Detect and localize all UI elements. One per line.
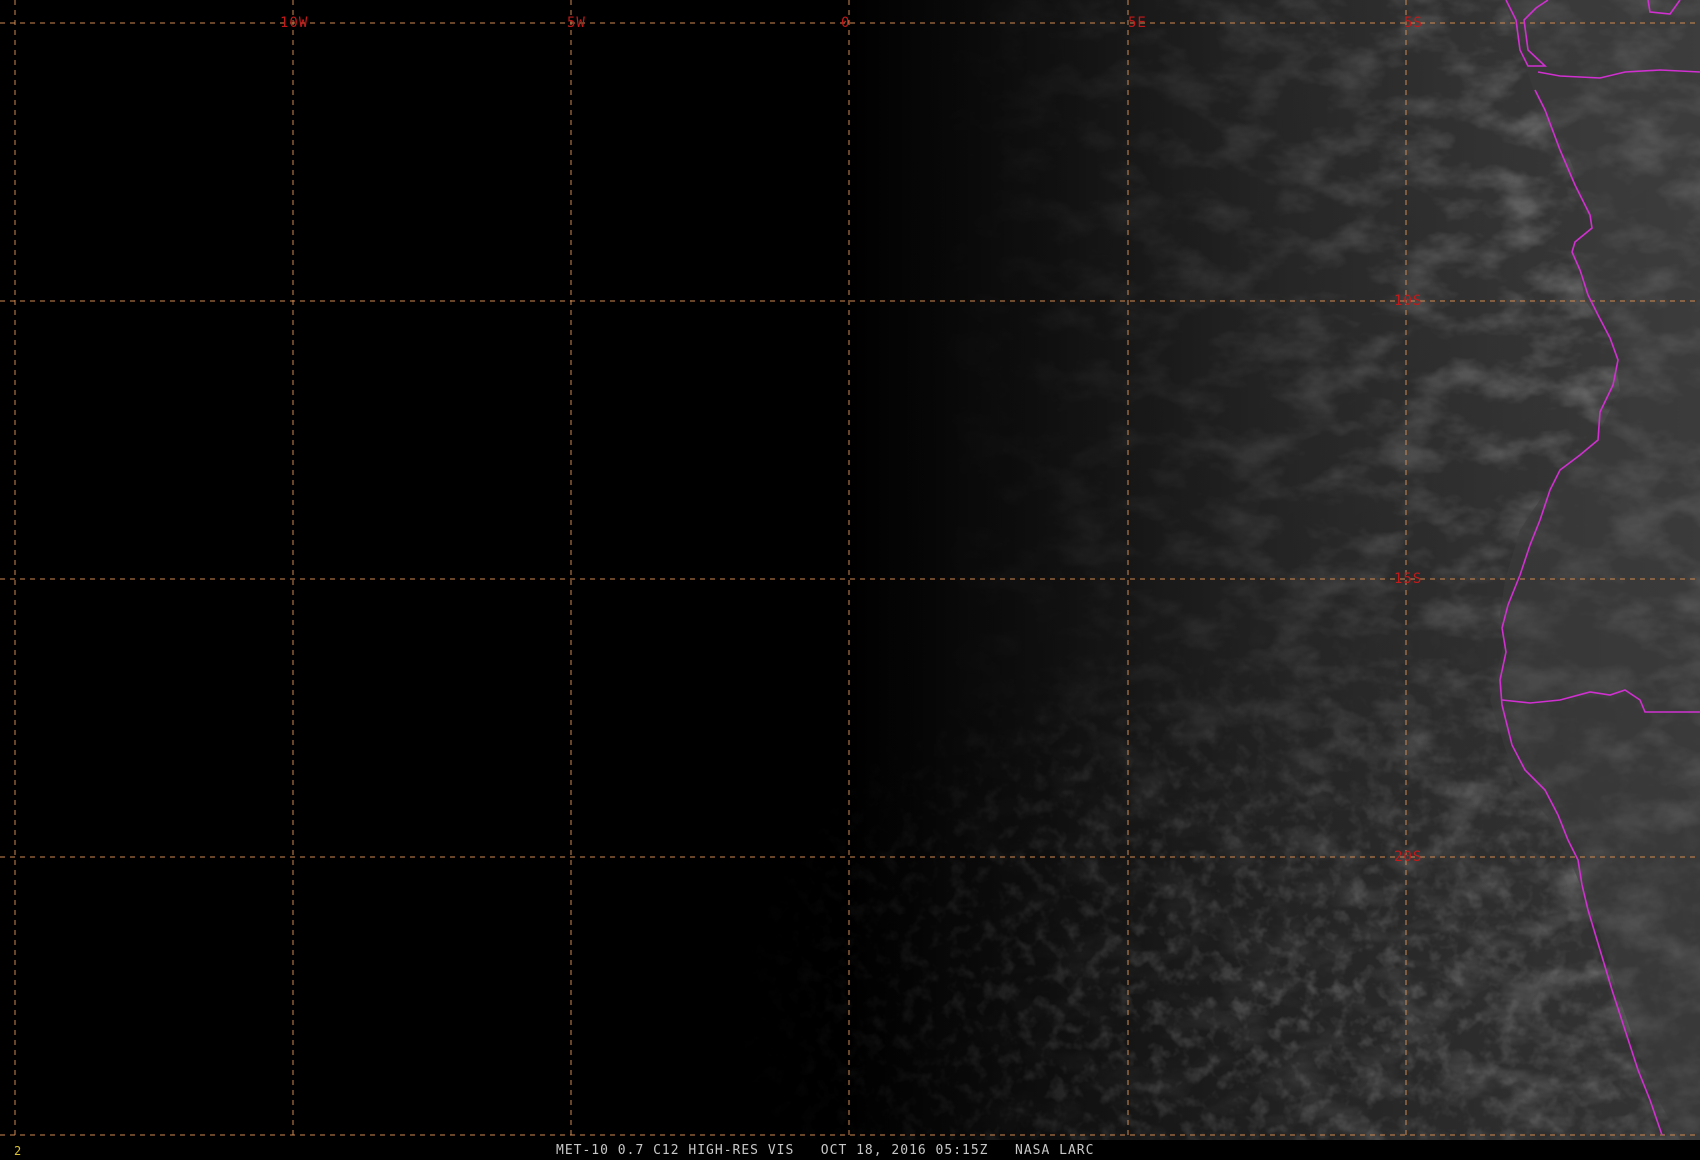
frame-number: 2: [14, 1144, 22, 1158]
image-caption: MET-10 0.7 C12 HIGH-RES VIS OCT 18, 2016…: [556, 1143, 1095, 1158]
lat-label-5s: 5S: [1404, 15, 1423, 31]
lon-label-10w: 10W: [280, 15, 308, 31]
lat-label-10s: 10S: [1394, 293, 1422, 309]
lon-label-5w: 5W: [567, 15, 586, 31]
lon-label-0: 0: [841, 15, 850, 31]
satellite-viewer: 10W 5W 0 5E 5S 10S 15S 20S 2 MET-10 0.7 …: [0, 0, 1700, 1160]
shade-overlay: [0, 0, 1700, 1140]
footer-bar: 2 MET-10 0.7 C12 HIGH-RES VIS OCT 18, 20…: [0, 1140, 1700, 1160]
satellite-image: 10W 5W 0 5E 5S 10S 15S 20S: [0, 0, 1700, 1140]
lat-label-20s: 20S: [1394, 849, 1422, 865]
lat-label-15s: 15S: [1394, 571, 1422, 587]
lon-label-5e: 5E: [1128, 15, 1147, 31]
